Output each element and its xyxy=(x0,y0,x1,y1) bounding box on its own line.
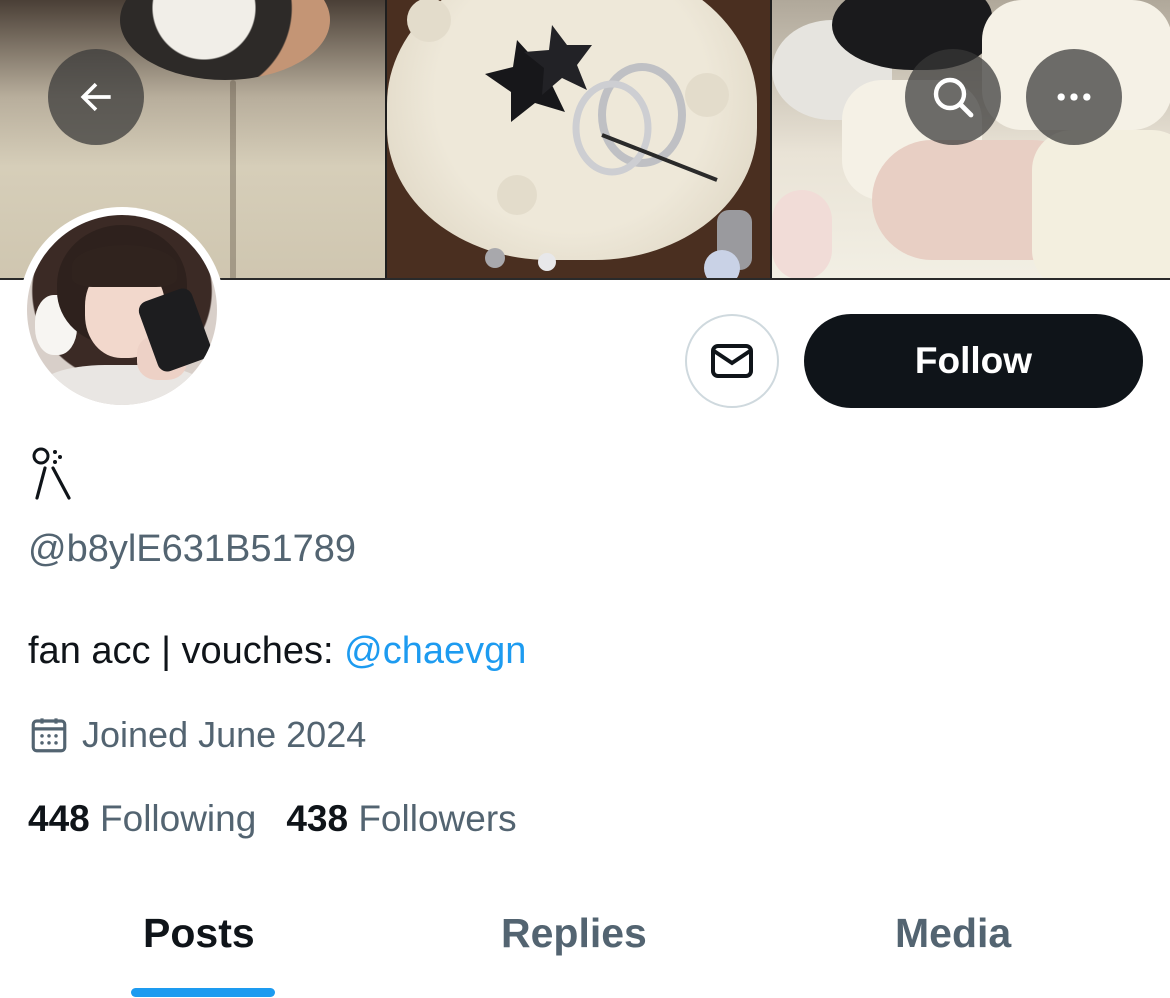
bio-mention-link[interactable]: @chaevgn xyxy=(344,630,526,672)
more-horizontal-icon xyxy=(1057,93,1091,101)
profile-tabs: Posts Replies Media xyxy=(0,880,1170,998)
more-button[interactable] xyxy=(1026,49,1122,145)
avatar-photo xyxy=(27,215,217,405)
followers-label: Followers xyxy=(358,798,517,839)
followers-count: 438 xyxy=(286,798,359,839)
arrow-left-icon xyxy=(80,82,111,112)
message-button[interactable] xyxy=(685,314,779,408)
tab-media[interactable]: Media xyxy=(895,910,1011,957)
follow-button[interactable]: Follow xyxy=(804,314,1143,408)
tab-posts[interactable]: Posts xyxy=(143,910,255,957)
joined-text: Joined June 2024 xyxy=(82,714,367,755)
mail-icon xyxy=(711,344,753,378)
profile-avatar[interactable] xyxy=(19,207,225,413)
followers-stat[interactable]: 438 Followers xyxy=(286,798,516,840)
display-name-symbol xyxy=(32,447,71,500)
calendar-icon xyxy=(31,718,67,753)
following-count: 448 xyxy=(28,798,101,839)
following-stat[interactable]: 448 Following xyxy=(28,798,256,840)
search-button[interactable] xyxy=(905,49,1001,145)
profile-handle: @b8ylE631B51789 xyxy=(28,528,357,570)
following-label: Following xyxy=(100,798,257,839)
search-icon xyxy=(933,77,974,118)
back-button[interactable] xyxy=(48,49,144,145)
profile-bio: fan acc | vouches: @chaevgn xyxy=(28,630,526,673)
banner-photo-accessories xyxy=(385,0,772,278)
profile-stats: 448 Following 438 Followers xyxy=(28,798,547,840)
active-tab-indicator xyxy=(131,988,275,997)
joined-date: Joined June 2024 xyxy=(28,714,366,756)
tab-replies[interactable]: Replies xyxy=(501,910,647,957)
bio-text: fan acc | vouches: xyxy=(28,630,345,672)
